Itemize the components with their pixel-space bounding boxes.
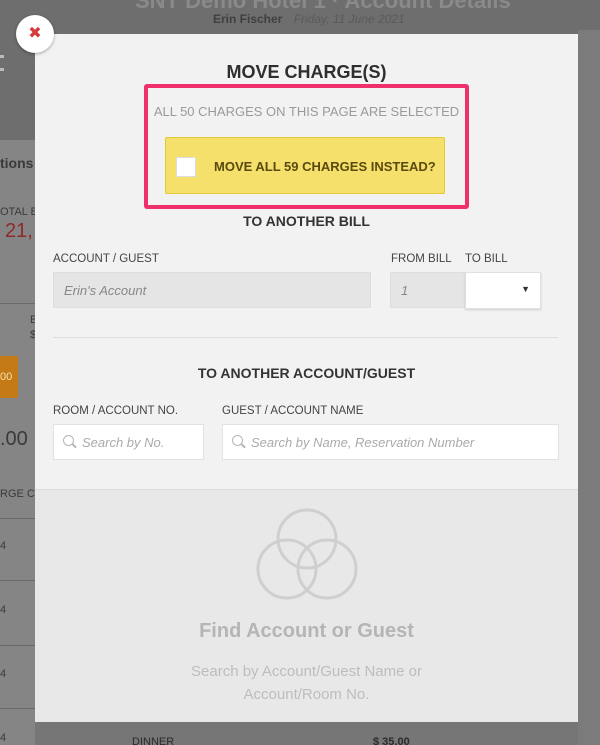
selected-charges-note: ALL 50 CHARGES ON THIS PAGE ARE SELECTED (153, 104, 460, 119)
background-row-line (0, 580, 36, 581)
background-row-line (0, 645, 36, 646)
caret-down-icon: ▼ (521, 284, 530, 294)
section-divider (53, 337, 558, 338)
empty-state-subtitle: Search by Account/Guest Name or Account/… (35, 660, 578, 706)
close-button[interactable]: ✖ (16, 15, 54, 53)
background-bottom-row: DINNER $ 35.00 (35, 722, 578, 745)
from-bill-label: FROM BILL (391, 253, 452, 265)
background-total-value: 21, (5, 220, 33, 242)
background-row-amount: $ 35.00 (373, 736, 410, 745)
close-icon: ✖ (28, 25, 42, 42)
room-number-search-input[interactable]: Search by No. (53, 424, 204, 460)
venn-circles-icon (256, 508, 358, 600)
guest-name-search-input[interactable]: Search by Name, Reservation Number (222, 424, 559, 460)
room-account-no-label: ROOM / ACCOUNT NO. (53, 405, 179, 417)
to-bill-label: TO BILL (465, 253, 508, 265)
empty-state-subtitle-line: Search by Account/Guest Name or (191, 663, 422, 680)
from-bill-field: 1 (390, 272, 466, 308)
background-row-line (0, 518, 36, 519)
to-bill-select[interactable]: ▼ (465, 272, 541, 309)
background-row-line (0, 708, 36, 709)
background-right-edge (578, 30, 600, 745)
account-guest-field: Erin's Account (53, 272, 371, 308)
empty-state-title: Find Account or Guest (199, 620, 414, 642)
move-all-checkbox[interactable] (176, 157, 196, 177)
room-search-placeholder: Search by No. (82, 435, 165, 450)
background-row-cell: 4 (0, 540, 7, 552)
search-results-empty-state: Find Account or Guest Search by Account/… (35, 489, 578, 722)
name-search-placeholder: Search by Name, Reservation Number (251, 435, 475, 450)
to-another-account-heading: TO ANOTHER ACCOUNT/GUEST (197, 365, 416, 381)
modal-title: MOVE CHARGE(S) (226, 62, 387, 82)
background-date: Friday, 11 June 2021 (293, 12, 405, 26)
move-charges-modal: MOVE CHARGE(S) ALL 50 CHARGES ON THIS PA… (35, 34, 578, 722)
background-guest-name: Erin Fischer (213, 12, 283, 26)
background-amount: .00 (0, 428, 28, 450)
move-all-label: MOVE ALL 59 CHARGES INSTEAD? (214, 159, 436, 174)
to-another-bill-heading: TO ANOTHER BILL (243, 213, 370, 229)
empty-state-subtitle-line: Account/Room No. (243, 686, 370, 703)
background-row-cell: 4 (0, 668, 7, 680)
account-guest-label: ACCOUNT / GUEST (53, 253, 159, 265)
menu-icon[interactable] (0, 55, 4, 71)
background-orange-badge: 00 (0, 356, 18, 398)
background-divider (0, 303, 36, 304)
search-icon (232, 435, 243, 446)
guest-account-name-label: GUEST / ACCOUNT NAME (222, 405, 364, 417)
background-row-cell: 4 (0, 604, 7, 616)
background-badge-text: 00 (0, 371, 13, 383)
background-subtitle: Erin Fischer Friday, 11 June 2021 (213, 12, 405, 26)
background-row-description: DINNER (132, 736, 175, 745)
background-row-cell: 4 (0, 732, 7, 744)
move-all-charges-option[interactable]: MOVE ALL 59 CHARGES INSTEAD? (165, 137, 445, 194)
background-tab-fragment: tions (0, 155, 34, 171)
search-icon (63, 435, 74, 446)
